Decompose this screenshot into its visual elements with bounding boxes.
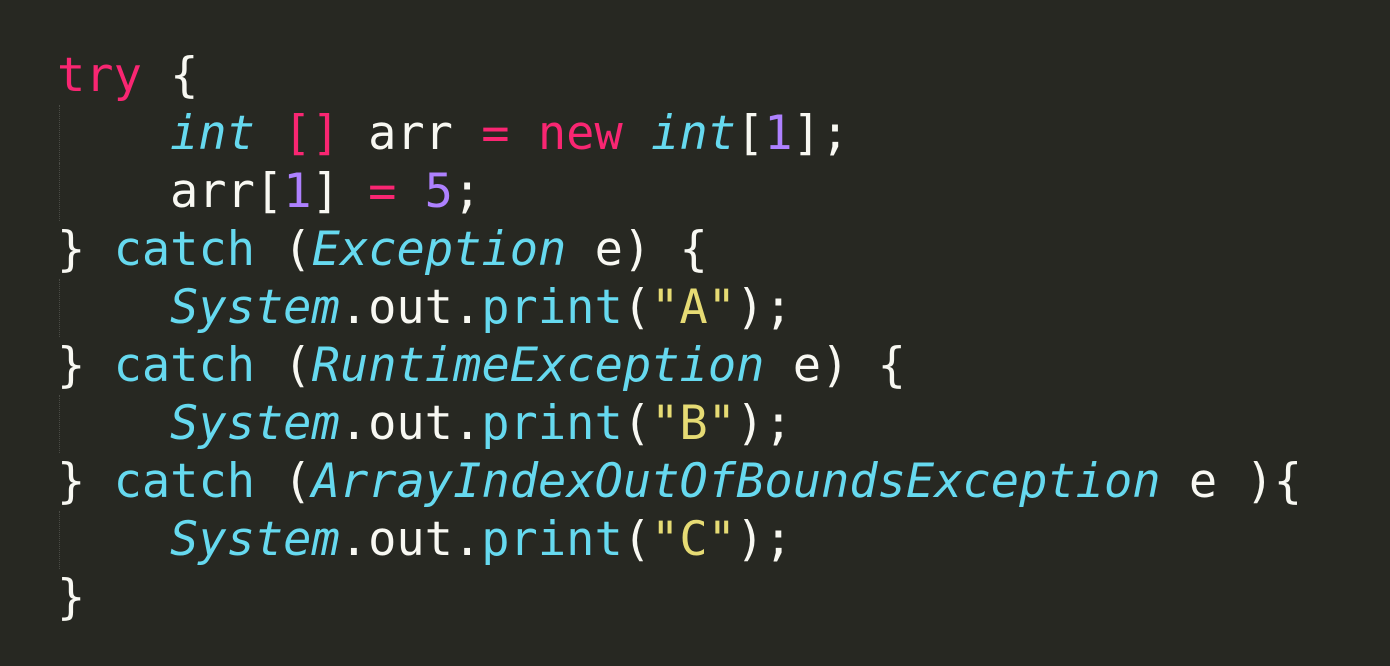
- code-token: 1: [764, 106, 793, 161]
- code-token: =: [368, 164, 397, 219]
- indent-guide: [57, 511, 170, 569]
- code-line[interactable]: try {: [57, 47, 1390, 105]
- code-token: catch: [113, 454, 256, 509]
- indent-guide: [57, 395, 170, 453]
- code-token: (: [622, 512, 652, 567]
- code-token: Exception: [311, 222, 567, 277]
- code-token: }: [57, 338, 114, 393]
- code-line[interactable]: int [] arr = new int[1];: [57, 105, 1390, 163]
- indent-guide-line: [59, 395, 60, 453]
- code-token: e) {: [566, 222, 708, 277]
- code-editor[interactable]: try {int [] arr = new int[1]; arr[1] = 5;…: [0, 0, 1390, 666]
- code-token: print: [481, 512, 623, 567]
- code-line[interactable]: } catch (Exception e) {: [57, 221, 1390, 279]
- code-token: );: [735, 512, 793, 567]
- code-token: int: [170, 106, 255, 161]
- code-token: ];: [792, 106, 850, 161]
- code-token: arr: [339, 106, 482, 161]
- code-token: (: [622, 280, 652, 335]
- indent-guide-line: [59, 279, 60, 337]
- code-token: System: [170, 396, 340, 451]
- code-token: {: [141, 48, 199, 103]
- code-token: =: [481, 106, 510, 161]
- code-token: catch: [113, 222, 256, 277]
- code-token: .out.: [339, 512, 482, 567]
- code-token: (: [255, 454, 312, 509]
- code-token: []: [283, 106, 340, 161]
- code-token: arr[: [170, 164, 284, 219]
- code-token: System: [170, 512, 340, 567]
- code-line[interactable]: } catch (RuntimeException e) {: [57, 337, 1390, 395]
- indent-guide-line: [59, 105, 60, 163]
- code-token: e) {: [764, 338, 906, 393]
- code-token: }: [57, 454, 114, 509]
- code-line[interactable]: } catch (ArrayIndexOutOfBoundsException …: [57, 453, 1390, 511]
- code-token: new: [537, 106, 623, 161]
- indent-guide: [57, 163, 170, 221]
- indent-guide-line: [59, 163, 60, 221]
- code-token: int: [651, 106, 736, 161]
- code-token: 5: [424, 164, 453, 219]
- code-line[interactable]: arr[1] = 5;: [57, 163, 1390, 221]
- code-token: ]: [311, 164, 369, 219]
- code-token: }: [57, 570, 86, 625]
- code-token: "A": [651, 280, 736, 335]
- code-token: e ){: [1160, 454, 1303, 509]
- code-token: .out.: [339, 396, 482, 451]
- code-token: "B": [651, 396, 736, 451]
- code-token: );: [735, 280, 793, 335]
- code-token: RuntimeException: [311, 338, 765, 393]
- code-token: (: [622, 396, 652, 451]
- code-token: print: [481, 280, 623, 335]
- code-token: System: [170, 280, 340, 335]
- code-token: ArrayIndexOutOfBoundsException: [311, 454, 1161, 509]
- code-token: }: [57, 222, 114, 277]
- code-token: print: [481, 396, 623, 451]
- code-line[interactable]: System.out.print("B");: [57, 395, 1390, 453]
- code-token: );: [735, 396, 793, 451]
- code-line[interactable]: System.out.print("C");: [57, 511, 1390, 569]
- code-token: ;: [452, 164, 482, 219]
- code-token: [: [735, 106, 765, 161]
- indent-guide-line: [59, 511, 60, 569]
- code-line[interactable]: }: [57, 569, 1390, 627]
- code-token: 1: [283, 164, 312, 219]
- indent-guide: [57, 279, 170, 337]
- code-line[interactable]: System.out.print("A");: [57, 279, 1390, 337]
- code-token: .out.: [339, 280, 482, 335]
- code-token: (: [255, 222, 312, 277]
- code-token: "C": [651, 512, 736, 567]
- code-token: catch: [113, 338, 256, 393]
- code-token: (: [255, 338, 312, 393]
- code-token: try: [57, 48, 142, 103]
- indent-guide: [57, 105, 170, 163]
